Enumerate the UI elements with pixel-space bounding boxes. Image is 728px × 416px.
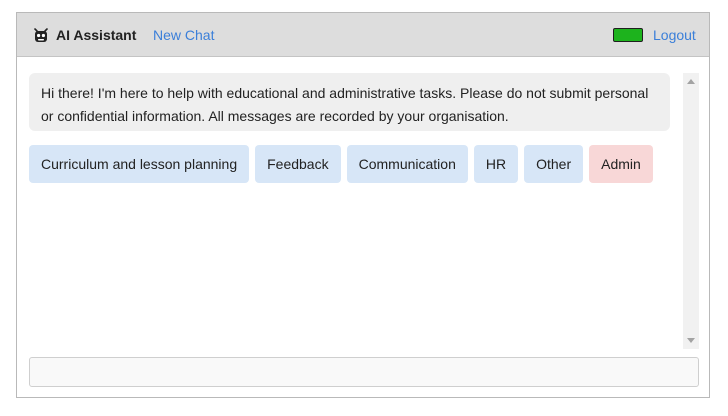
logout-link[interactable]: Logout — [653, 13, 696, 57]
scroll-up-icon[interactable] — [687, 79, 695, 84]
chat-area: Hi there! I'm here to help with educatio… — [17, 57, 683, 349]
status-indicator — [613, 28, 643, 42]
new-chat-link[interactable]: New Chat — [153, 13, 214, 57]
assistant-message: Hi there! I'm here to help with educatio… — [29, 73, 670, 131]
chip-communication[interactable]: Communication — [346, 145, 468, 183]
chat-scrollbar[interactable] — [683, 73, 699, 349]
app-title: AI Assistant — [56, 27, 137, 43]
chip-other[interactable]: Other — [524, 145, 584, 183]
chip-admin[interactable]: Admin — [589, 145, 653, 183]
scroll-down-icon[interactable] — [687, 338, 695, 343]
chat-window: AI Assistant New Chat Logout Hi there! I… — [16, 12, 710, 398]
brand: AI Assistant — [33, 13, 136, 57]
chip-hr[interactable]: HR — [473, 145, 519, 183]
message-input[interactable] — [29, 357, 699, 387]
category-chips: Curriculum and lesson planning Feedback … — [29, 145, 659, 183]
header-bar: AI Assistant New Chat Logout — [17, 13, 709, 57]
robot-icon — [33, 27, 49, 43]
chip-feedback[interactable]: Feedback — [255, 145, 341, 183]
chip-curriculum[interactable]: Curriculum and lesson planning — [29, 145, 250, 183]
